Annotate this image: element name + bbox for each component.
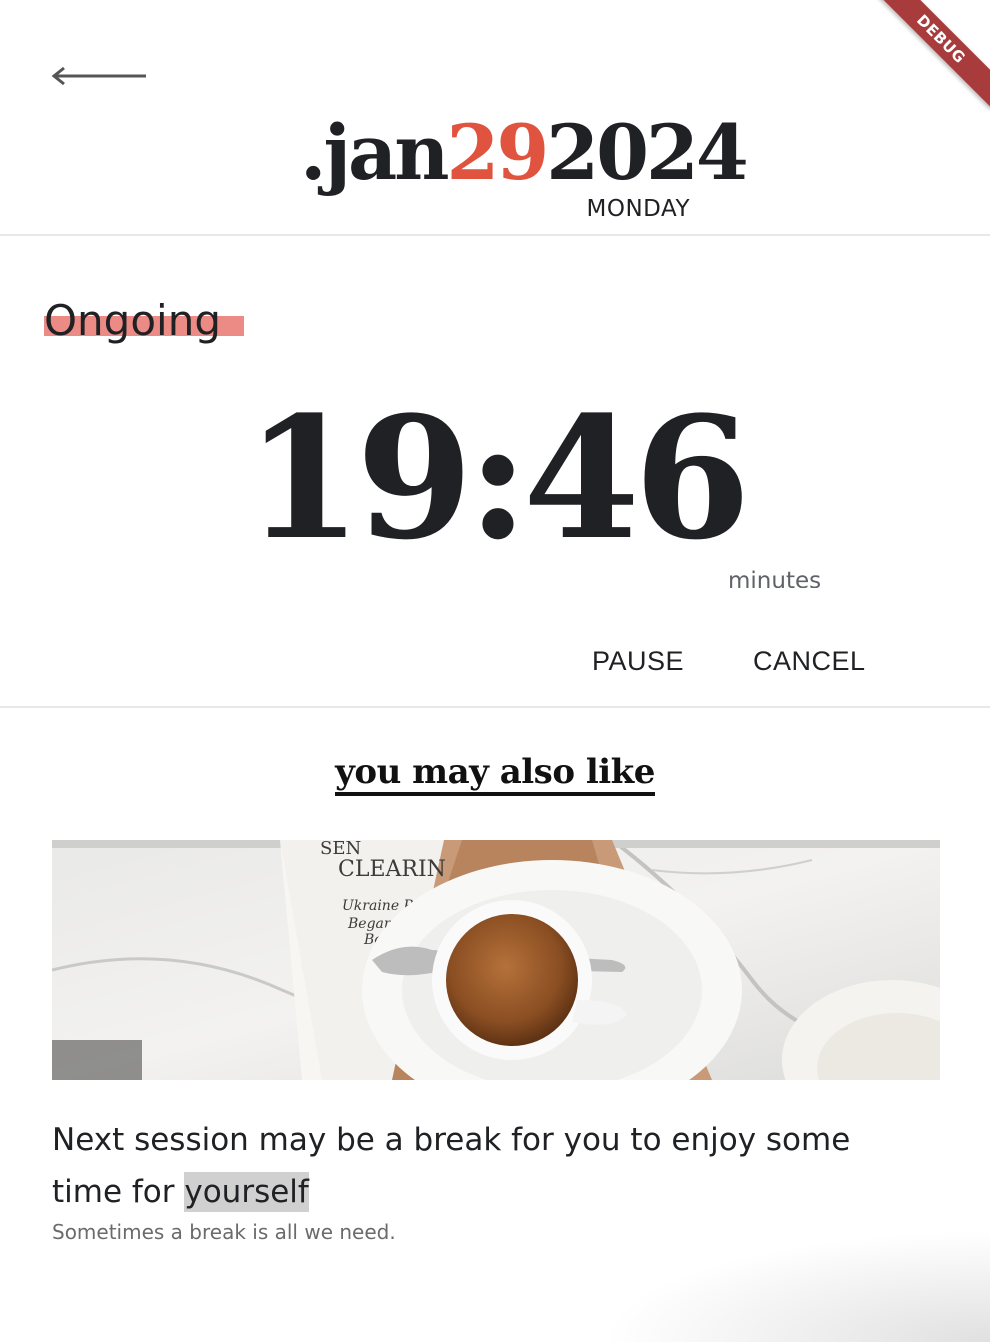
timer-unit-label: minutes xyxy=(728,568,822,588)
debug-label: DEBUG xyxy=(871,0,990,109)
coffee-newspaper-photo[interactable]: SEN CLEARIN Ukraine Push Began in May Bo… xyxy=(52,840,940,1080)
date-year: 2024 xyxy=(546,108,749,197)
cancel-button[interactable]: CANCEL xyxy=(753,646,866,677)
status-label: Ongoing xyxy=(44,296,221,345)
section-title: you may also like xyxy=(0,752,990,796)
timer-clock: 19:46 xyxy=(245,379,751,577)
weekday-label: MONDAY xyxy=(586,196,690,222)
svg-text:CLEARIN: CLEARIN xyxy=(338,857,446,882)
section-title-text: you may also like xyxy=(335,752,655,796)
date-day: 29 xyxy=(446,108,549,197)
pause-button[interactable]: PAUSE xyxy=(592,646,684,677)
debug-banner: DEBUG xyxy=(870,0,990,120)
suggestion-title-highlight: yourself xyxy=(184,1172,309,1212)
corner-shadow xyxy=(600,1230,990,1342)
date-display: .jan292024 xyxy=(300,108,749,198)
suggestion-title-text: Next session may be a break for you to e… xyxy=(52,1122,851,1210)
back-arrow-icon[interactable] xyxy=(50,56,150,96)
suggestion-subtitle: Sometimes a break is all we need. xyxy=(52,1220,396,1244)
suggestion-title: Next session may be a break for you to e… xyxy=(52,1114,852,1218)
header: .jan292024 MONDAY xyxy=(0,0,990,236)
date-month: .jan xyxy=(300,108,449,197)
